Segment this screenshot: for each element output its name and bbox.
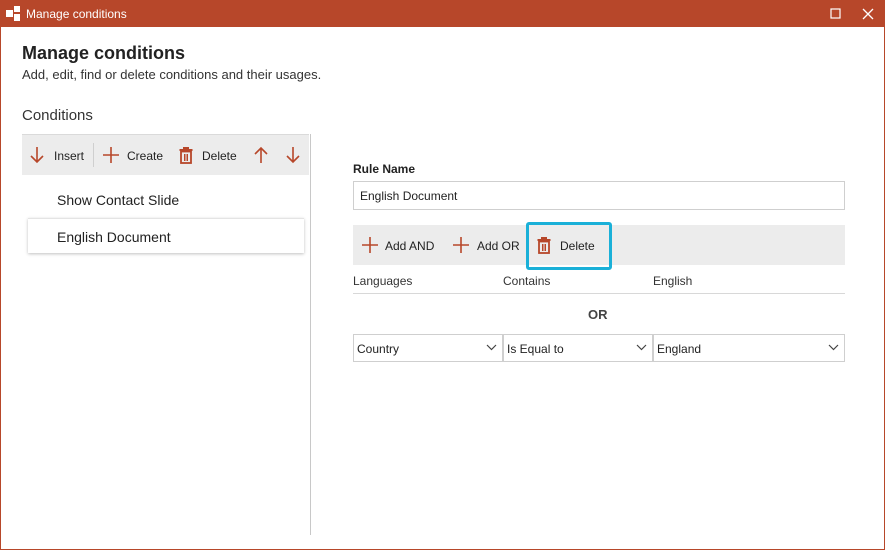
window-title: Manage conditions (26, 7, 127, 21)
maximize-button[interactable] (820, 1, 852, 27)
delete-label: Delete (202, 149, 237, 163)
arrow-down-icon (30, 147, 44, 164)
list-item[interactable]: Show Contact Slide (22, 182, 304, 216)
arrow-down-icon (286, 147, 300, 164)
maximize-icon (830, 8, 841, 19)
add-and-button[interactable]: Add AND (357, 225, 443, 265)
operator-dropdown-value: Is Equal to (507, 342, 564, 356)
trash-icon (537, 237, 551, 254)
or-connector: OR (588, 307, 608, 322)
add-and-label: Add AND (385, 239, 435, 253)
close-button[interactable] (852, 1, 884, 27)
manage-conditions-window: Manage conditions Manage conditions Add,… (0, 0, 885, 550)
arrow-up-icon (254, 146, 268, 163)
plus-icon (453, 237, 469, 253)
rule-toolbar: Add AND Add OR Delete (353, 225, 845, 265)
rule-name-label: Rule Name (353, 162, 416, 176)
field-dropdown-value: Country (357, 342, 400, 356)
plus-icon (362, 237, 378, 253)
value-dropdown-value: England (657, 342, 702, 356)
insert-label: Insert (54, 149, 85, 163)
delete-label: Delete (560, 239, 595, 253)
app-icon (6, 6, 20, 21)
trash-icon (179, 147, 193, 164)
create-label: Create (127, 149, 164, 163)
conditions-toolbar: Insert Create Delete (22, 134, 309, 175)
list-item-label: English Document (57, 229, 171, 245)
value-dropdown[interactable]: England (653, 334, 845, 362)
plus-icon (103, 147, 119, 163)
delete-rule-button[interactable]: Delete (531, 225, 603, 265)
condition-value: English (653, 274, 693, 288)
add-or-button[interactable]: Add OR (449, 225, 523, 265)
page-title: Manage conditions (22, 43, 186, 63)
chevron-down-icon (636, 344, 647, 351)
rule-name-value: English Document (360, 189, 458, 203)
page-subtitle: Add, edit, find or delete conditions and… (22, 67, 322, 82)
list-item-selected[interactable]: English Document (28, 218, 304, 253)
conditions-section-label: Conditions (22, 107, 93, 124)
move-down-button[interactable] (278, 135, 306, 175)
add-or-label: Add OR (477, 239, 520, 253)
close-icon (862, 8, 874, 20)
create-button[interactable]: Create (98, 135, 170, 175)
condition-divider (353, 293, 845, 294)
chevron-down-icon (828, 344, 839, 351)
operator-dropdown[interactable]: Is Equal to (503, 334, 653, 362)
toolbar-separator (93, 143, 94, 167)
panel-divider (310, 134, 311, 535)
insert-button[interactable]: Insert (22, 135, 92, 175)
delete-condition-button[interactable]: Delete (175, 135, 247, 175)
rule-name-input[interactable]: English Document (353, 181, 845, 210)
title-bar: Manage conditions (1, 1, 884, 27)
list-item-label: Show Contact Slide (57, 192, 180, 208)
chevron-down-icon (486, 344, 497, 351)
condition-field: Languages (353, 274, 413, 288)
condition-operator: Contains (503, 274, 551, 288)
move-up-button[interactable] (248, 135, 276, 175)
field-dropdown[interactable]: Country (353, 334, 503, 362)
